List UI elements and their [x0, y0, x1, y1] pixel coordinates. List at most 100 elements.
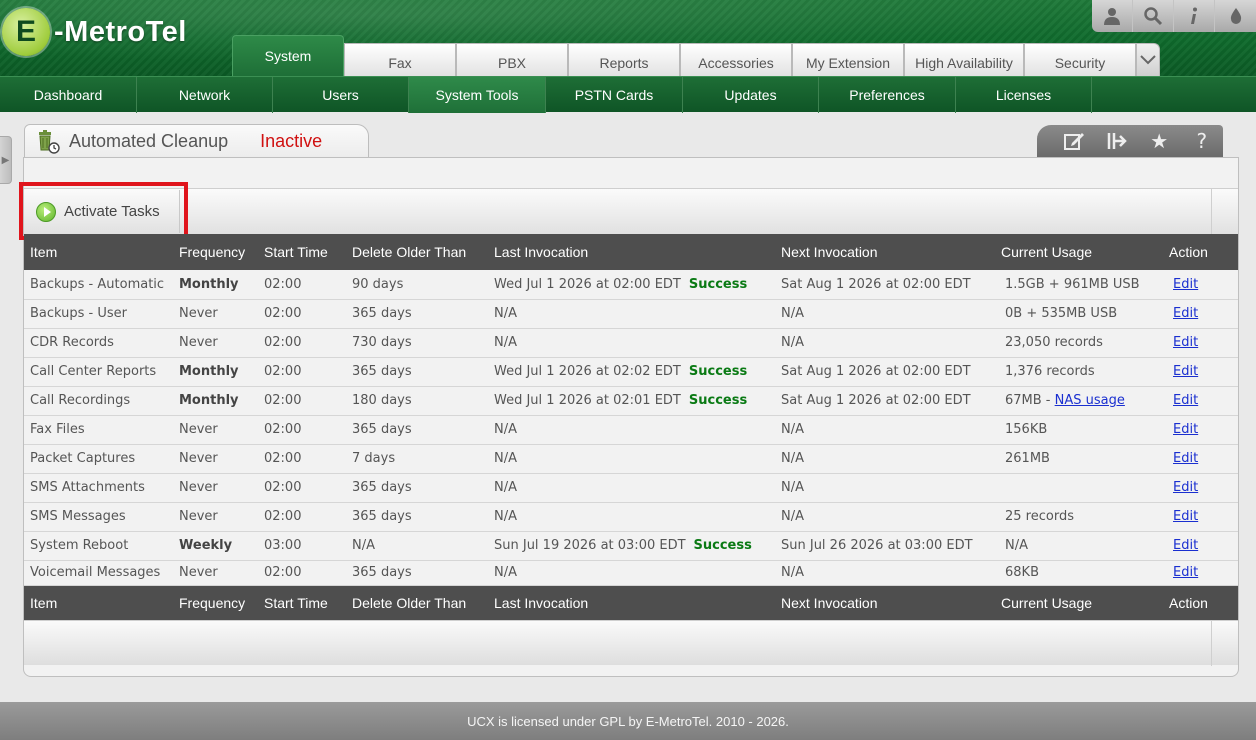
- top-icon-bar: [1092, 0, 1256, 32]
- cell-current-usage: 68KB: [995, 560, 1163, 586]
- subnav-users[interactable]: Users: [273, 76, 409, 113]
- edit-link[interactable]: Edit: [1173, 422, 1198, 437]
- column-footer-action: Action: [1163, 585, 1238, 621]
- tab-security[interactable]: Security: [1024, 43, 1136, 76]
- help-icon[interactable]: ?: [1187, 129, 1217, 153]
- cell-current-usage: 1.5GB + 961MB USB: [995, 270, 1163, 300]
- table-row: Backups - Automatic Monthly 02:00 90 days We…: [24, 270, 1238, 300]
- tab-my-extension[interactable]: My Extension: [792, 43, 904, 76]
- edit-link[interactable]: Edit: [1173, 306, 1198, 321]
- cell-last-invocation: N/A: [488, 299, 775, 329]
- subnav-updates[interactable]: Updates: [683, 76, 819, 113]
- edit-link[interactable]: Edit: [1173, 480, 1198, 495]
- edit-link[interactable]: Edit: [1173, 364, 1198, 379]
- cell-start-time: 02:00: [258, 270, 346, 300]
- column-header-next-invocation[interactable]: Next Invocation: [775, 234, 995, 270]
- chevron-down-icon[interactable]: [1136, 43, 1160, 76]
- cell-current-usage: 261MB: [995, 444, 1163, 474]
- edit-icon[interactable]: [1059, 129, 1089, 153]
- cell-action: Edit: [1163, 502, 1238, 532]
- column-header-start-time[interactable]: Start Time: [258, 234, 346, 270]
- cell-last-invocation: Wed Jul 1 2026 at 02:02 EDT Success: [488, 357, 775, 387]
- activate-tasks-button[interactable]: Activate Tasks: [26, 190, 180, 233]
- star-icon[interactable]: ★: [1144, 129, 1174, 153]
- cell-delete-older-than: N/A: [346, 531, 488, 561]
- column-footer-last-invocation: Last Invocation: [488, 585, 775, 621]
- export-icon[interactable]: [1102, 129, 1132, 153]
- footer-text: UCX is licensed under GPL by E-MetroTel.…: [467, 713, 789, 729]
- cell-last-invocation: Wed Jul 1 2026 at 02:00 EDT Success: [488, 270, 775, 300]
- edit-link[interactable]: Edit: [1173, 277, 1198, 292]
- edit-link[interactable]: Edit: [1173, 393, 1198, 408]
- cell-next-invocation: Sat Aug 1 2026 at 02:00 EDT: [775, 357, 995, 387]
- last-invocation-text: Wed Jul 1 2026 at 02:00 EDT: [494, 276, 681, 292]
- user-icon[interactable]: [1092, 0, 1133, 32]
- cell-action: Edit: [1163, 473, 1238, 503]
- usage-text: 261MB: [1005, 451, 1050, 466]
- usage-text: 25 records: [1005, 509, 1074, 524]
- cell-current-usage: [995, 473, 1163, 503]
- nas-usage-link[interactable]: NAS usage: [1055, 393, 1125, 408]
- play-icon: [36, 201, 56, 222]
- main-tabs: System Fax PBX Reports Accessories My Ex…: [232, 35, 1160, 76]
- tab-high-availability[interactable]: High Availability: [904, 43, 1024, 76]
- column-header-last-invocation[interactable]: Last Invocation: [488, 234, 775, 270]
- logo[interactable]: E -MetroTel: [2, 8, 187, 56]
- cell-delete-older-than: 365 days: [346, 560, 488, 586]
- activate-tasks-label: Activate Tasks: [64, 203, 160, 220]
- cell-frequency: Weekly: [173, 531, 258, 561]
- cell-delete-older-than: 365 days: [346, 473, 488, 503]
- tab-fax[interactable]: Fax: [344, 43, 456, 76]
- cell-action: Edit: [1163, 270, 1238, 300]
- last-invocation-text: Wed Jul 1 2026 at 02:02 EDT: [494, 364, 681, 379]
- column-header-frequency[interactable]: Frequency: [173, 234, 258, 270]
- search-icon[interactable]: [1133, 0, 1174, 32]
- cell-frequency: Never: [173, 473, 258, 503]
- edit-link[interactable]: Edit: [1173, 509, 1198, 524]
- tab-pbx[interactable]: PBX: [456, 43, 568, 76]
- subnav-network[interactable]: Network: [137, 76, 273, 113]
- cell-delete-older-than: 365 days: [346, 502, 488, 532]
- subnav-dashboard[interactable]: Dashboard: [0, 76, 137, 113]
- last-invocation-text: Wed Jul 1 2026 at 02:01 EDT: [494, 393, 681, 408]
- edit-link[interactable]: Edit: [1173, 451, 1198, 466]
- info-icon[interactable]: [1174, 0, 1215, 32]
- side-panel-toggle[interactable]: ▶: [0, 136, 12, 184]
- cell-action: Edit: [1163, 357, 1238, 387]
- cell-next-invocation: N/A: [775, 415, 995, 445]
- status-success: Success: [688, 393, 748, 408]
- cell-start-time: 02:00: [258, 444, 346, 474]
- tab-system[interactable]: System: [232, 35, 344, 76]
- column-header-action[interactable]: Action: [1163, 234, 1238, 270]
- action-toolbar: Activate Tasks: [19, 182, 1238, 240]
- subnav-licenses[interactable]: Licenses: [956, 76, 1092, 113]
- cell-last-invocation: N/A: [488, 560, 775, 586]
- cell-action: Edit: [1163, 299, 1238, 329]
- subnav-pstn-cards[interactable]: PSTN Cards: [546, 76, 683, 113]
- table-row: Call Center Reports Monthly 02:00 365 days W…: [24, 357, 1238, 387]
- status-success: Success: [688, 364, 748, 379]
- column-header-current-usage[interactable]: Current Usage: [995, 234, 1163, 270]
- subnav-system-tools[interactable]: System Tools: [409, 76, 546, 113]
- column-header-delete-older-than[interactable]: Delete Older Than: [346, 234, 488, 270]
- tab-reports[interactable]: Reports: [568, 43, 680, 76]
- cell-last-invocation: N/A: [488, 502, 775, 532]
- column-footer-delete-older-than: Delete Older Than: [346, 585, 488, 621]
- page-header-tab: Automated Cleanup Inactive: [24, 124, 369, 158]
- edit-link[interactable]: Edit: [1173, 335, 1198, 350]
- page-tools: ★ ?: [1037, 125, 1223, 157]
- cell-item: Call Center Reports: [24, 357, 173, 387]
- drop-icon[interactable]: [1215, 0, 1256, 32]
- table-header-row: Item Frequency Start Time Delete Older T…: [24, 234, 1238, 270]
- cell-frequency: Never: [173, 444, 258, 474]
- edit-link[interactable]: Edit: [1173, 565, 1198, 580]
- cell-last-invocation: N/A: [488, 473, 775, 503]
- cell-delete-older-than: 365 days: [346, 299, 488, 329]
- usage-text: 1,376 records: [1005, 364, 1095, 379]
- edit-link[interactable]: Edit: [1173, 538, 1198, 553]
- table-row: Fax Files Never 02:00 365 days N/A N/A 156KB Ed…: [24, 415, 1238, 445]
- subnav-preferences[interactable]: Preferences: [819, 76, 956, 113]
- tab-accessories[interactable]: Accessories: [680, 43, 792, 76]
- cell-item: Fax Files: [24, 415, 173, 445]
- column-header-item[interactable]: Item: [24, 234, 173, 270]
